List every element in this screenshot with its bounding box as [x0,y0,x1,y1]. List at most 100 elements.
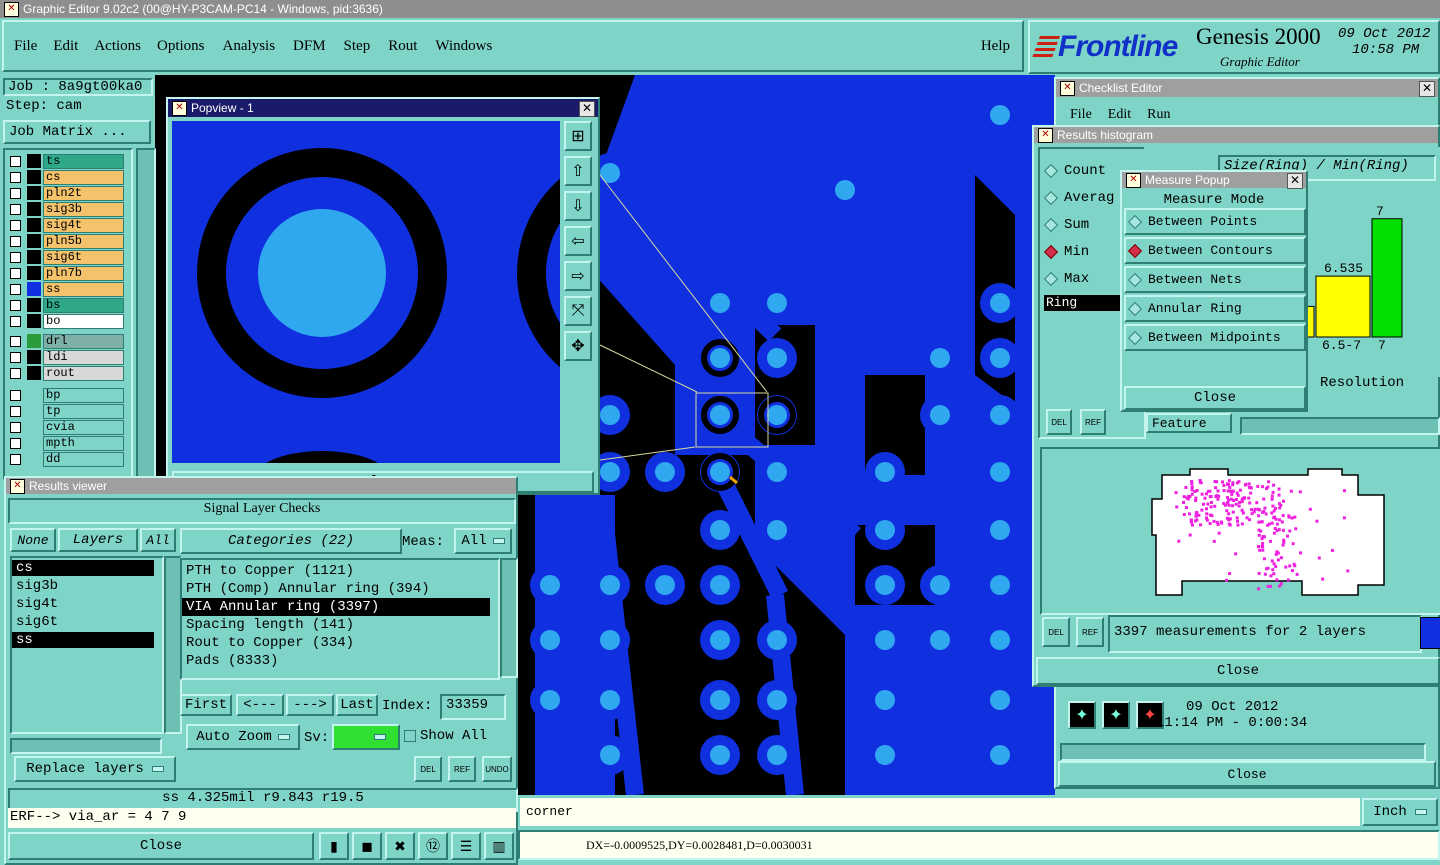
layer-color-swatch[interactable] [27,350,41,364]
tab-none[interactable]: None [10,528,56,552]
layer-row-ldi[interactable]: ldi [8,349,124,365]
layer-row-mpth[interactable]: mpth [8,435,124,451]
meas-select[interactable]: All [454,528,512,554]
measure-option-annular-ring[interactable]: Annular Ring [1124,295,1306,322]
tab-all[interactable]: All [140,528,176,552]
histogram-close-button[interactable]: Close [1036,657,1440,685]
menu-step[interactable]: Step [344,38,371,55]
measure-close-icon[interactable]: ✕ [1287,173,1303,189]
last-button[interactable]: Last [336,694,378,716]
layer-row-cvia[interactable]: cvia [8,419,124,435]
help-menu[interactable]: Help [981,38,1010,55]
layer-row-sig3b[interactable]: sig3b [8,201,124,217]
category-item[interactable]: VIA Annular ring (3397) [182,598,490,616]
checklist-close-icon[interactable]: ✕ [1419,81,1435,97]
layer-checkbox[interactable] [10,171,21,183]
layer-color-swatch[interactable] [27,186,41,200]
histogram-bar[interactable] [1371,218,1403,338]
command-line[interactable]: corner [520,798,1360,826]
category-list[interactable]: PTH to Copper (1121) PTH (Comp) Annular r… [180,558,500,680]
category-item[interactable]: Spacing length (141) [182,616,490,634]
results-close-button[interactable]: Close [8,832,314,860]
category-item[interactable]: PTH (Comp) Annular ring (394) [182,580,490,598]
checklist-menu-edit[interactable]: Edit [1108,107,1131,123]
histogram-mode-averag[interactable]: Averag [1042,184,1114,211]
layer-color-swatch[interactable] [27,282,41,296]
layer-checkbox[interactable] [10,283,21,295]
run-icon[interactable]: ✦ [1068,701,1096,729]
layer-row-pln2t[interactable]: pln2t [8,185,124,201]
undo-button[interactable]: UNDO [482,756,512,782]
chart-bar-icon[interactable]: ▮ [319,832,349,860]
layer-color-swatch[interactable] [27,298,41,312]
layer-row-cs[interactable]: cs [8,169,124,185]
menu-windows[interactable]: Windows [435,38,492,55]
menu-edit[interactable]: Edit [53,38,78,55]
board-preview[interactable] [1040,447,1440,615]
measure-option-between-points[interactable]: Between Points [1124,208,1306,235]
pan-left-icon[interactable]: ⇦ [564,226,592,256]
feature-select[interactable]: Feature [1146,413,1232,433]
menu-options[interactable]: Options [157,38,205,55]
layer-color-swatch[interactable] [27,170,41,184]
checklist-menu-file[interactable]: File [1070,107,1092,123]
tab-layers[interactable]: Layers [58,528,138,552]
sv-color-select[interactable] [332,724,400,750]
layer-color-swatch[interactable] [27,334,41,348]
layer-checkbox[interactable] [10,351,21,363]
layer-color-swatch[interactable] [27,218,41,232]
layer-checkbox[interactable] [10,335,21,347]
layer-row-ts[interactable]: ts [8,153,124,169]
zoom-home-icon[interactable]: ⊞ [564,121,592,151]
layer-checkbox[interactable] [10,219,21,231]
result-layer-item[interactable]: cs [12,560,154,576]
categories-button[interactable]: Categories (22) [180,528,402,554]
pan-up-icon[interactable]: ⇧ [564,156,592,186]
result-layer-item[interactable]: ss [12,632,154,648]
layer-row-dd[interactable]: dd [8,451,124,467]
histogram-resolution-slider[interactable] [1240,417,1440,435]
checklist-close-button[interactable]: Close [1058,761,1436,787]
pan-right-icon[interactable]: ⇨ [564,261,592,291]
histogram-mode-max[interactable]: Max [1042,265,1114,292]
delete-report-icon[interactable]: ✖ [385,832,415,860]
category-item[interactable]: Pads (8333) [182,652,490,670]
result-layer-list[interactable]: cs sig3b sig4t sig6t ss [10,556,164,734]
layer-checkbox[interactable] [10,299,21,311]
layer-color-swatch[interactable] [27,250,41,264]
first-button[interactable]: First [180,694,232,716]
measure-option-between-contours[interactable]: Between Contours [1124,237,1306,264]
summary-color-icon[interactable] [1420,617,1440,649]
menu-rout[interactable]: Rout [388,38,417,55]
layer-color-swatch[interactable] [27,314,41,328]
layer-row-ss[interactable]: ss [8,281,124,297]
histogram-icon[interactable]: ▥ [484,832,514,860]
measure-close-button[interactable]: Close [1124,386,1306,410]
prev-button[interactable]: <--- [236,694,284,716]
category-item[interactable]: Rout to Copper (334) [182,634,490,652]
measure-option-between-midpoints[interactable]: Between Midpoints [1124,324,1306,351]
layer-checkbox[interactable] [10,437,21,449]
layer-checkbox[interactable] [10,267,21,279]
menu-dfm[interactable]: DFM [293,38,326,55]
replace-layers-select[interactable]: Replace layers [14,756,176,782]
counter-icon[interactable]: ⑫ [418,832,448,860]
layer-checkbox[interactable] [10,367,21,379]
histogram-field[interactable]: Ring [1044,295,1122,311]
zoom-fit-icon[interactable]: ⤧ [564,296,592,326]
units-select[interactable]: Inch [1362,798,1438,826]
layer-row-rout[interactable]: rout [8,365,124,381]
summary-ref-button[interactable]: REF [1076,617,1104,647]
layer-checkbox[interactable] [10,251,21,263]
layer-checkbox[interactable] [10,235,21,247]
layer-color-swatch[interactable] [27,266,41,280]
menu-file[interactable]: File [14,38,37,55]
result-layer-item[interactable]: sig4t [12,596,154,612]
result-layer-item[interactable]: sig6t [12,614,154,630]
job-matrix-button[interactable]: Job Matrix ... [3,120,151,144]
result-layer-hscroll[interactable] [10,738,162,754]
popview-close-icon[interactable]: ✕ [579,101,595,117]
layer-color-swatch[interactable] [27,154,41,168]
del-button[interactable]: DEL [414,756,442,782]
layer-row-pln7b[interactable]: pln7b [8,265,124,281]
